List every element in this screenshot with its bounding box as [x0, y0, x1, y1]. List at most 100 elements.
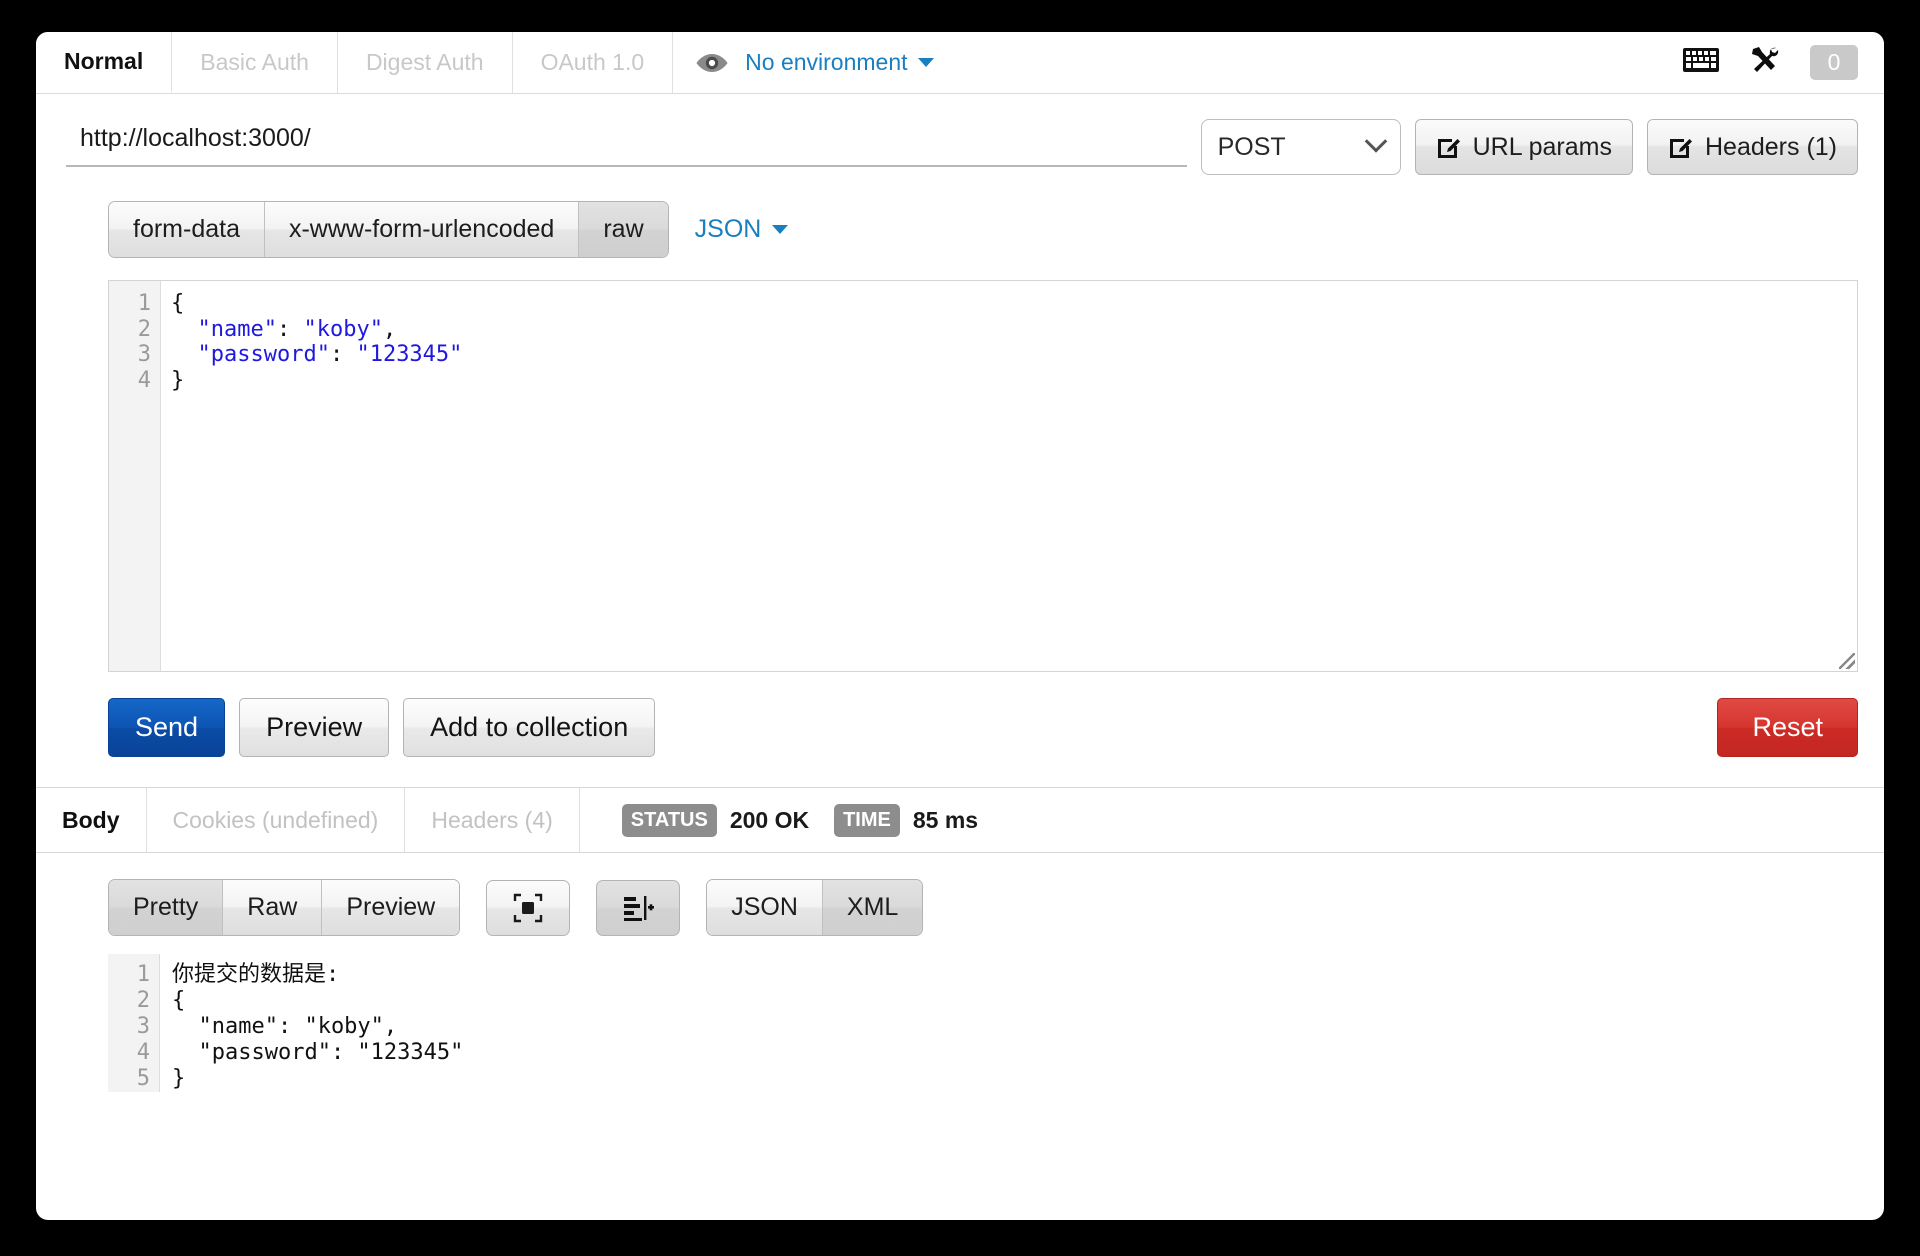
keyboard-icon[interactable] — [1682, 45, 1720, 80]
code-token: "password" — [197, 342, 330, 367]
badge-count[interactable]: 0 — [1810, 45, 1858, 80]
body-type-raw-label: raw — [603, 215, 644, 243]
http-method-value: POST — [1217, 132, 1286, 161]
line-number: 3 — [136, 1014, 150, 1039]
line-number: 4 — [136, 1040, 150, 1065]
code-token: : — [329, 342, 357, 367]
auth-tab-bar: Normal Basic Auth Digest Auth OAuth 1.0 … — [36, 32, 1884, 94]
request-url-row: POST URL params Headers (1) — [36, 94, 1884, 175]
response-line: "name": "koby", — [172, 1014, 398, 1039]
resize-grip-icon[interactable] — [1839, 653, 1855, 669]
code-token: , — [382, 316, 397, 342]
code-token: "name" — [197, 316, 277, 342]
request-body-editor[interactable]: 1234 { "name": "koby", "password": "1233… — [108, 280, 1858, 672]
environment-label: No environment — [745, 49, 908, 75]
status-badge-label: STATUS — [621, 803, 717, 837]
wrap-lines-icon — [624, 895, 655, 921]
response-tab-bar: Body Cookies (undefined) Headers (4) STA… — [36, 787, 1884, 853]
eye-icon[interactable] — [695, 52, 729, 74]
status-value: 200 OK — [729, 806, 810, 833]
wrap-lines-button[interactable] — [596, 879, 681, 936]
body-type-raw[interactable]: raw — [579, 202, 668, 257]
line-number: 3 — [137, 342, 151, 367]
chevron-down-icon — [772, 225, 789, 234]
language-segmented: JSON XML — [706, 879, 924, 936]
tools-icon[interactable] — [1746, 45, 1784, 80]
view-mode-raw-label: Raw — [247, 893, 298, 921]
line-number: 2 — [137, 316, 151, 342]
fullscreen-button[interactable] — [486, 879, 571, 936]
code-line: "password": "123345" — [171, 342, 1857, 368]
response-meta: STATUS 200 OK TIME 85 ms — [580, 788, 990, 852]
tab-basic-auth-label: Basic Auth — [200, 49, 309, 75]
response-line-numbers: 12345 — [108, 954, 160, 1092]
view-mode-preview[interactable]: Preview — [322, 880, 460, 935]
tab-digest-auth[interactable]: Digest Auth — [338, 32, 513, 93]
view-mode-pretty-label: Pretty — [133, 893, 199, 921]
view-mode-preview-label: Preview — [346, 893, 436, 921]
response-tab-cookies-label: Cookies (undefined) — [172, 806, 379, 833]
app-window: Normal Basic Auth Digest Auth OAuth 1.0 … — [36, 32, 1884, 1220]
view-mode-pretty[interactable]: Pretty — [109, 880, 224, 935]
response-line: "password": "123345" — [172, 1040, 464, 1065]
code-line: { — [171, 291, 1857, 317]
raw-format-select[interactable]: JSON — [695, 215, 789, 244]
body-type-form-data[interactable]: form-data — [109, 202, 265, 257]
send-button[interactable]: Send — [108, 698, 226, 757]
code-token: "koby" — [303, 316, 383, 342]
response-line: } — [172, 1066, 186, 1091]
time-value: 85 ms — [912, 806, 979, 833]
editor-line-numbers: 1234 — [109, 281, 161, 671]
language-json-label: JSON — [731, 893, 798, 921]
edit-square-icon — [1437, 139, 1460, 158]
chevron-down-icon — [917, 58, 934, 67]
response-tab-cookies[interactable]: Cookies (undefined) — [147, 788, 406, 852]
body-type-segmented: form-data x-www-form-urlencoded raw — [108, 201, 669, 258]
headers-label: Headers (1) — [1705, 132, 1837, 161]
tab-basic-auth[interactable]: Basic Auth — [172, 32, 338, 93]
view-mode-segmented: Pretty Raw Preview — [108, 879, 461, 936]
code-line: "name": "koby", — [171, 317, 1857, 343]
code-token: "123345" — [356, 342, 463, 367]
view-mode-raw[interactable]: Raw — [223, 880, 323, 935]
time-badge-label: TIME — [834, 803, 900, 837]
editor-code-area[interactable]: { "name": "koby", "password": "123345"} — [161, 281, 1857, 671]
environment-selector[interactable]: No environment — [745, 49, 934, 76]
chevron-down-icon — [1364, 130, 1387, 153]
body-type-urlencoded-label: x-www-form-urlencoded — [288, 215, 555, 243]
response-line: { — [172, 988, 186, 1013]
response-tab-body-label: Body — [62, 806, 120, 833]
body-type-urlencoded[interactable]: x-www-form-urlencoded — [264, 202, 580, 257]
http-method-select[interactable]: POST — [1200, 119, 1401, 175]
tab-normal-label: Normal — [64, 48, 144, 74]
reset-button[interactable]: Reset — [1717, 698, 1858, 757]
line-number: 1 — [137, 291, 151, 316]
body-type-row: form-data x-www-form-urlencoded raw JSON — [36, 175, 1884, 258]
tab-oauth-1[interactable]: OAuth 1.0 — [513, 32, 674, 93]
language-json[interactable]: JSON — [707, 880, 823, 935]
line-number: 4 — [137, 367, 151, 393]
code-token: { — [171, 291, 185, 316]
response-line: 你提交的数据是: — [172, 962, 340, 987]
response-tab-body[interactable]: Body — [36, 788, 147, 852]
add-to-collection-button[interactable]: Add to collection — [403, 698, 656, 757]
url-params-button[interactable]: URL params — [1414, 119, 1633, 175]
raw-format-label: JSON — [694, 215, 762, 243]
tab-normal[interactable]: Normal — [36, 32, 173, 93]
code-token: : — [276, 316, 304, 342]
response-tab-headers-label: Headers (4) — [431, 806, 553, 833]
language-xml[interactable]: XML — [822, 880, 923, 935]
tab-digest-auth-label: Digest Auth — [365, 49, 484, 75]
code-token: } — [171, 367, 185, 393]
line-number: 1 — [136, 962, 150, 987]
edit-square-icon — [1670, 139, 1692, 158]
request-action-row: Send Preview Add to collection Reset — [36, 672, 1884, 757]
response-tab-headers[interactable]: Headers (4) — [405, 788, 580, 852]
response-format-toolbar: Pretty Raw Preview JSON XML — [36, 853, 1884, 936]
url-params-label: URL params — [1472, 132, 1612, 161]
request-url-input[interactable] — [66, 116, 1187, 167]
preview-button[interactable]: Preview — [239, 698, 390, 757]
headers-button[interactable]: Headers (1) — [1647, 119, 1858, 175]
